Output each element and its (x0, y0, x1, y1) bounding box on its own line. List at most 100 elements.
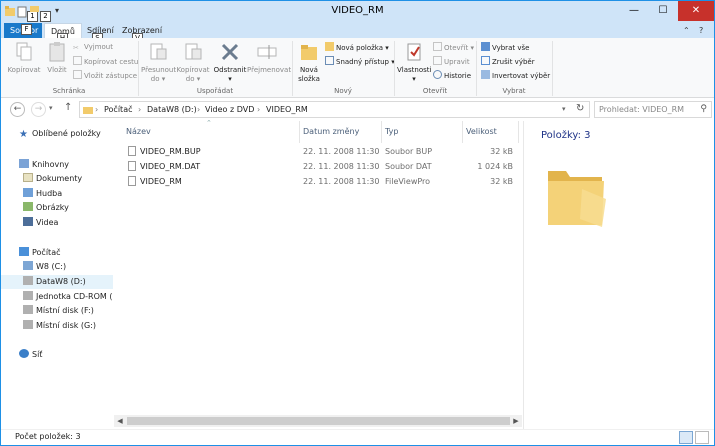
breadcrumb-current[interactable]: VIDEO_RM (266, 105, 308, 114)
nav-pictures[interactable]: Obrázky (1, 201, 113, 215)
address-bar-row: ← → ▾ ↑ › Počítač › DataW8 (D:) › Video … (1, 99, 714, 121)
explorer-window: 1 2 ▾ VIDEO_RM — ☐ ✕ Soubor F Domů H Sdí… (0, 0, 715, 446)
up-arrow-icon[interactable]: ↑ (64, 102, 72, 113)
nav-favorites[interactable]: ★ Oblíbené položky (1, 127, 113, 141)
nav-libraries[interactable]: Knihovny (1, 158, 113, 172)
paste-button[interactable]: Vložit (44, 41, 70, 75)
column-divider[interactable] (518, 121, 519, 143)
column-header-type[interactable]: Typ (385, 127, 398, 136)
forward-button[interactable]: → (31, 102, 46, 117)
properties-button[interactable]: Vlastnosti ▾ (397, 41, 431, 84)
horizontal-scrollbar[interactable]: ◀ ▶ (114, 415, 522, 427)
open-button[interactable]: Otevřít ▾ (433, 42, 474, 53)
recent-locations-icon[interactable]: ▾ (49, 104, 53, 112)
ribbon-collapse-icon[interactable]: ⌃ (683, 26, 690, 35)
refresh-icon[interactable]: ↻ (576, 103, 584, 114)
select-none-button[interactable]: Zrušit výběr (481, 56, 535, 67)
nav-drive-g[interactable]: Místní disk (G:) (1, 319, 113, 333)
crumb-separator: › (257, 105, 261, 114)
scrollbar-thumb[interactable] (127, 417, 510, 425)
keytip-f: F (21, 24, 32, 35)
history-button[interactable]: Historie (433, 70, 471, 81)
column-divider[interactable] (462, 121, 463, 143)
column-divider[interactable] (299, 121, 300, 143)
large-icons-view-icon[interactable] (695, 431, 709, 444)
close-button[interactable]: ✕ (678, 1, 714, 21)
file-size: 1 024 kB (477, 162, 513, 171)
title-bar: 1 2 ▾ VIDEO_RM — ☐ ✕ (1, 1, 714, 23)
group-label-organize: Uspořádat (196, 87, 234, 95)
cut-button[interactable]: ✂ Vyjmout (73, 42, 113, 53)
file-row[interactable]: VIDEO_RM.BUP 22. 11. 2008 11:30 Soubor B… (122, 144, 520, 159)
column-header-size[interactable]: Velikost (466, 127, 497, 136)
minimize-button[interactable]: — (620, 1, 648, 21)
file-icon (128, 176, 136, 186)
file-date: 22. 11. 2008 11:30 (303, 147, 380, 156)
nav-network[interactable]: Síť (1, 348, 113, 362)
breadcrumb-computer[interactable]: Počítač (104, 105, 133, 114)
file-name: VIDEO_RM (140, 177, 182, 186)
move-to-icon (150, 43, 167, 60)
delete-button[interactable]: Odstranit ▾ (213, 41, 247, 84)
search-input[interactable]: Prohledat: VIDEO_RM ⚲ (594, 101, 712, 118)
scroll-right-icon[interactable]: ▶ (511, 416, 521, 426)
column-divider[interactable] (381, 121, 382, 143)
address-dropdown-icon[interactable]: ▾ (562, 105, 566, 113)
nav-drive-f[interactable]: Místní disk (F:) (1, 304, 113, 318)
nav-documents[interactable]: Dokumenty (1, 172, 113, 186)
invert-selection-button[interactable]: Invertovat výběr (481, 70, 550, 81)
select-all-button[interactable]: Vybrat vše (481, 42, 529, 53)
star-icon: ★ (19, 129, 28, 140)
help-icon[interactable]: ? (699, 26, 703, 35)
search-icon: ⚲ (700, 104, 707, 114)
scissors-icon: ✂ (73, 44, 79, 52)
new-item-button[interactable]: Nová položka ▾ (325, 42, 389, 53)
new-item-icon (325, 42, 334, 51)
paste-shortcut-button[interactable]: Vložit zástupce (73, 70, 137, 81)
edit-icon (433, 56, 442, 65)
nav-computer[interactable]: Počítač (1, 246, 113, 260)
move-to-button[interactable]: Přesunout do ▾ (141, 41, 176, 84)
column-header-name[interactable]: Název (126, 127, 151, 136)
copy-to-icon (185, 43, 202, 60)
group-label-clipboard: Schránka (52, 87, 86, 95)
delete-x-icon (221, 43, 239, 61)
ribbon: Kopírovat Vložit ✂ Vyjmout Kopírovat cest… (1, 38, 714, 98)
maximize-button[interactable]: ☐ (649, 1, 677, 21)
file-date: 22. 11. 2008 11:30 (303, 162, 380, 171)
easy-access-icon (325, 56, 334, 65)
nav-drive-d[interactable]: DataW8 (D:) (1, 275, 113, 289)
file-row[interactable]: VIDEO_RM.DAT 22. 11. 2008 11:30 Soubor D… (122, 159, 520, 174)
file-icon (128, 146, 136, 156)
group-label-select: Vybrat (502, 87, 526, 95)
window-title: VIDEO_RM (331, 5, 384, 16)
open-icon (433, 42, 442, 51)
copy-path-button[interactable]: Kopírovat cestu (73, 56, 138, 67)
paste-icon (49, 42, 65, 62)
nav-drive-c[interactable]: W8 (C:) (1, 260, 113, 274)
rename-button[interactable]: Přejmenovat (247, 41, 291, 75)
edit-button[interactable]: Upravit (433, 56, 470, 67)
nav-drive-e[interactable]: Jednotka CD-ROM (E (1, 290, 113, 304)
copy-to-button[interactable]: Kopírovat do ▾ (176, 41, 210, 84)
new-folder-button[interactable]: Nová složka (295, 41, 323, 84)
address-input[interactable]: › Počítač › DataW8 (D:) › Video z DVD › … (79, 101, 590, 118)
ribbon-tabs: Soubor F Domů H Sdílení S Zobrazení V ⌃ … (1, 23, 714, 44)
details-view-icon[interactable] (679, 431, 693, 444)
crumb-separator: › (95, 105, 99, 114)
copy-button[interactable]: Kopírovat (7, 41, 41, 75)
file-name: VIDEO_RM.DAT (140, 162, 201, 171)
breadcrumb-drive[interactable]: DataW8 (D:) (147, 105, 197, 114)
nav-videos[interactable]: Videa (1, 216, 113, 230)
item-count: Počet položek: 3 (15, 432, 81, 441)
copy-path-icon (73, 56, 82, 65)
back-button[interactable]: ← (10, 102, 25, 117)
easy-access-button[interactable]: Snadný přístup ▾ (325, 56, 395, 67)
file-size: 32 kB (490, 177, 513, 186)
scroll-left-icon[interactable]: ◀ (115, 416, 125, 426)
breadcrumb-video-dvd[interactable]: Video z DVD (205, 105, 254, 114)
column-header-date[interactable]: Datum změny (303, 127, 359, 136)
copy-label: Kopírovat (7, 66, 41, 74)
nav-music[interactable]: Hudba (1, 187, 113, 201)
file-row[interactable]: VIDEO_RM 22. 11. 2008 11:30 FileViewPro … (122, 174, 520, 189)
